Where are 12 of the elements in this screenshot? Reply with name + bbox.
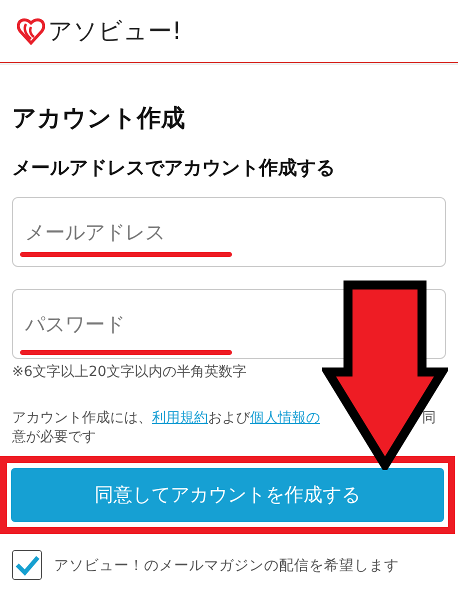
logo-heart-icon	[17, 17, 45, 45]
submit-button[interactable]: 同意してアカウントを作成する	[11, 468, 444, 522]
section-subtitle: メールアドレスでアカウント作成する	[12, 156, 336, 181]
consent-text: アカウント作成には、利用規約および個人情報の 同意が必要です	[12, 408, 437, 448]
terms-link[interactable]: 利用規約	[152, 410, 208, 426]
checkbox[interactable]	[12, 550, 42, 580]
logo-text: アソビュー!	[48, 16, 182, 47]
privacy-link[interactable]: 個人情報の	[250, 410, 320, 426]
input-field[interactable]: メールアドレス	[12, 196, 446, 267]
password-hint: ※6文字以上20文字以内の半角英数字	[12, 362, 248, 381]
page-title: アカウント作成	[12, 103, 186, 134]
newsletter-label: アソビュー！のメールマガジンの配信を希望します	[54, 556, 399, 575]
